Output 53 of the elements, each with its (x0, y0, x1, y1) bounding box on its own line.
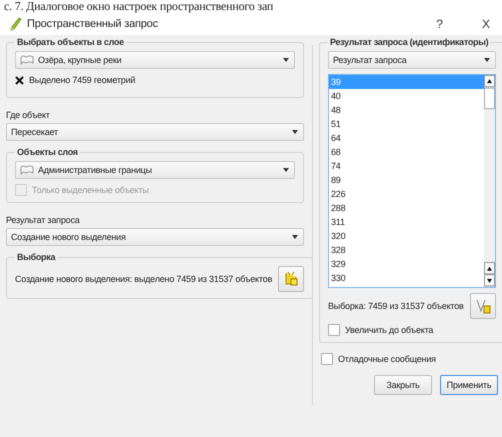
list-item[interactable]: 288 (329, 201, 484, 215)
list-item[interactable]: 68 (329, 145, 484, 159)
checkbox[interactable] (328, 324, 340, 336)
list-item[interactable]: 48 (329, 103, 484, 117)
dialog-button[interactable]: Применить (440, 375, 498, 395)
dropdown-arrow-icon (283, 168, 289, 172)
document-caption: с. 7. Диалоговое окно настроек пространственного зап (0, 0, 502, 13)
group-title: Выборка (16, 252, 56, 262)
checkbox-label: Отладочные сообщения (338, 354, 436, 364)
cross-icon (15, 76, 24, 84)
zoom-selection-button[interactable] (470, 293, 496, 319)
field-label: Результат запроса (6, 215, 81, 225)
pencil-icon (10, 17, 22, 31)
checkbox[interactable] (321, 353, 333, 365)
list-item[interactable]: 64 (329, 131, 484, 145)
selection-summary: Выборка: 7459 из 31537 объектов (328, 301, 464, 311)
help-button[interactable]: ? (430, 17, 449, 31)
polygon-layer-icon (20, 165, 34, 175)
result-dropdown[interactable]: Результат запроса (328, 51, 496, 69)
layer-dropdown[interactable]: Административные границы (15, 161, 295, 179)
list-item[interactable]: 74 (329, 159, 484, 173)
list-item[interactable]: 89 (329, 173, 484, 187)
group-title: Результат запроса (идентификаторы) (329, 37, 490, 47)
checkbox-label: Увеличить до объекта (345, 325, 434, 335)
predicate-dropdown[interactable]: Пересекает (6, 123, 304, 141)
selection-note: Выделено 7459 геометрий (29, 75, 136, 85)
dropdown-arrow-icon (283, 58, 289, 62)
selection-summary: Создание нового выделения: выделено 7459 из 31537 объектов (15, 274, 272, 284)
zoom-to-selection-icon (474, 298, 491, 314)
scrollbar-drawing[interactable] (484, 75, 495, 287)
window-title: Пространственный запрос (27, 18, 158, 30)
result-dropdown[interactable]: Создание нового выделения (6, 228, 304, 246)
select-features-button[interactable] (278, 266, 304, 292)
list-item[interactable]: 226 (329, 187, 484, 201)
list-item[interactable]: 320 (329, 229, 484, 243)
list-item[interactable]: 328 (329, 243, 484, 257)
checkbox-label: Только выделенные объекты (32, 185, 149, 195)
polygon-layer-icon (20, 55, 34, 65)
list-item[interactable]: 329 (329, 257, 484, 271)
group-title: Выбрать объекты в слое (16, 37, 125, 47)
list-item[interactable]: 311 (329, 215, 484, 229)
close-button[interactable]: X (476, 17, 496, 31)
list-item[interactable]: 51 (329, 117, 484, 131)
select-features-icon (283, 271, 300, 287)
field-label: Где объект (6, 110, 51, 120)
dialog-button[interactable]: Закрыть (374, 375, 432, 395)
list-item[interactable]: 40 (329, 89, 484, 103)
dropdown-arrow-icon (484, 58, 490, 62)
dropdown-arrow-icon (292, 130, 298, 134)
layer-dropdown[interactable]: Озёра, крупные реки (15, 51, 295, 69)
group-title: Объекты слоя (16, 147, 79, 157)
dropdown-arrow-icon (292, 235, 298, 239)
list-item[interactable]: 330 (329, 271, 484, 285)
